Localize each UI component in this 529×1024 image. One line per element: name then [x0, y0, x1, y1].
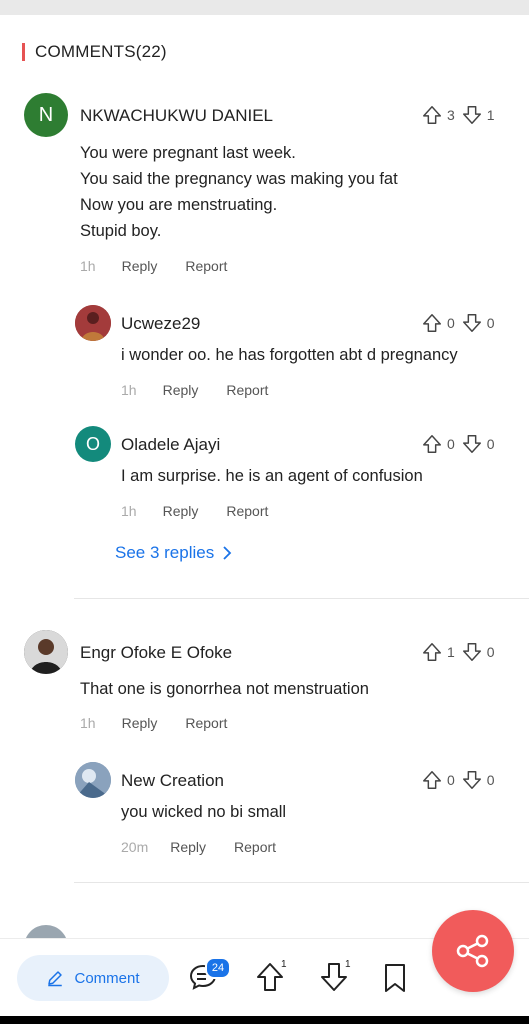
pencil-icon [48, 971, 63, 987]
system-navigation-bar [0, 1016, 529, 1024]
comment-text: i wonder oo. he has forgotten abt d preg… [121, 346, 458, 364]
upvote-icon[interactable] [421, 104, 443, 126]
reply-button[interactable]: Reply [163, 503, 199, 519]
avatar-photo-icon [75, 762, 111, 798]
commenter-name[interactable]: NKWACHUKWU DANIEL [80, 106, 273, 126]
avatar-photo-icon [24, 630, 68, 674]
vote-controls: 0 0 [421, 433, 501, 455]
report-button[interactable]: Report [185, 258, 227, 274]
see-replies-link[interactable]: See 3 replies [115, 543, 234, 563]
chevron-right-icon [223, 546, 232, 560]
comment-time: 1h [80, 258, 96, 274]
see-replies-label: See 3 replies [115, 543, 215, 562]
downvote-count: 0 [486, 772, 495, 788]
downvote-icon[interactable] [461, 312, 483, 334]
write-comment-button[interactable]: Comment [17, 955, 169, 1001]
avatar[interactable] [24, 630, 68, 674]
comment-text: You were pregnant last week. You said th… [80, 144, 398, 240]
avatar-photo-icon [75, 305, 111, 341]
upvote-count: 3 [447, 107, 455, 123]
comment-meta: 1h Reply Report [80, 258, 227, 274]
downvote-count: 0 [486, 436, 495, 452]
downvote-count: 1 [486, 107, 495, 123]
comment-time: 20m [121, 839, 149, 855]
upvote-icon[interactable] [421, 641, 443, 663]
upvote-count: 0 [447, 315, 455, 331]
avatar-letter: O [85, 433, 100, 454]
comment-text: That one is gonorrhea not menstruation [80, 680, 369, 698]
downvote-count: 0 [486, 644, 495, 660]
reply-button[interactable]: Reply [170, 839, 206, 855]
downvote-count: 0 [486, 315, 495, 331]
comment-time: 1h [121, 503, 137, 519]
upvote-icon[interactable] [421, 433, 443, 455]
comments-section-header: COMMENTS(22) [22, 40, 167, 64]
vote-controls: 1 0 [421, 641, 501, 663]
avatar[interactable] [75, 305, 111, 341]
downvote-icon[interactable] [461, 769, 483, 791]
vote-controls: 3 1 [421, 104, 501, 126]
comment-meta: 1h Reply Report [121, 503, 268, 519]
comment-time: 1h [121, 382, 137, 398]
report-button[interactable]: Report [226, 382, 268, 398]
vote-controls: 0 0 [421, 769, 501, 791]
report-button[interactable]: Report [185, 715, 227, 731]
section-marker [22, 43, 25, 61]
comment-text: you wicked no bi small [121, 803, 287, 821]
comment-button-label: Comment [74, 969, 140, 987]
comment-time: 1h [80, 715, 96, 731]
upvote-count: 1 [281, 959, 287, 970]
downvote-icon[interactable] [461, 433, 483, 455]
reply-button[interactable]: Reply [163, 382, 199, 398]
commenter-name[interactable]: New Creation [121, 771, 224, 791]
commenter-name[interactable]: Engr Ofoke E Ofoke [80, 643, 232, 663]
avatar-letter: N [38, 103, 54, 126]
divider [74, 882, 529, 883]
reply-button[interactable]: Reply [122, 258, 158, 274]
vote-controls: 0 0 [421, 312, 501, 334]
top-status-strip [0, 0, 529, 15]
comment-count-badge: 24 [205, 957, 231, 979]
comments-count-title: COMMENTS(22) [35, 42, 167, 61]
upvote-count: 0 [447, 436, 455, 452]
reply-button[interactable]: Reply [122, 715, 158, 731]
commenter-name[interactable]: Ucweze29 [121, 314, 200, 334]
avatar[interactable]: O [75, 426, 111, 462]
upvote-count: 1 [447, 644, 455, 660]
report-button[interactable]: Report [226, 503, 268, 519]
upvote-icon[interactable] [421, 312, 443, 334]
downvote-icon[interactable] [461, 104, 483, 126]
downvote-count: 1 [345, 959, 351, 970]
commenter-name[interactable]: Oladele Ajayi [121, 435, 220, 455]
avatar[interactable]: N [24, 93, 68, 137]
comment-meta: 1h Reply Report [121, 382, 268, 398]
bookmark-button[interactable] [382, 962, 408, 994]
divider [74, 598, 529, 599]
comment-meta: 20m Reply Report [121, 839, 276, 855]
upvote-count: 0 [447, 772, 455, 788]
comment-text: I am surprise. he is an agent of confusi… [121, 467, 423, 485]
downvote-icon[interactable] [461, 641, 483, 663]
share-icon [456, 934, 489, 968]
upvote-icon[interactable] [421, 769, 443, 791]
bookmark-icon [385, 964, 405, 992]
avatar[interactable] [75, 762, 111, 798]
report-button[interactable]: Report [234, 839, 276, 855]
comment-meta: 1h Reply Report [80, 715, 227, 731]
share-button[interactable] [432, 910, 514, 992]
